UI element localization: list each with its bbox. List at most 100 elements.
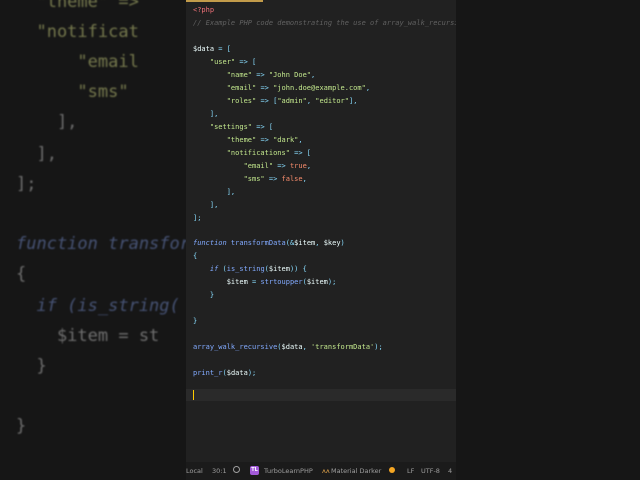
code-token: array_walk_recursive — [193, 343, 278, 351]
code-token: , — [302, 343, 312, 351]
code-token: function — [193, 239, 227, 247]
code-token: ); — [327, 278, 337, 286]
code-token: $data — [193, 45, 215, 53]
code-token: = — [247, 278, 261, 286]
background-code-line: } — [16, 416, 27, 436]
code-token: ], — [348, 97, 358, 105]
code-line: "user" => [ — [193, 57, 256, 67]
code-token: "john.doe@example.com" — [273, 84, 366, 92]
code-token: , — [306, 162, 312, 170]
code-token: = [ — [214, 45, 231, 53]
code-token: => — [252, 71, 269, 79]
code-token: , — [315, 239, 324, 247]
code-token: false — [281, 175, 303, 183]
code-line: $item = strtoupper($item); — [193, 277, 337, 287]
status-theme[interactable]: Material Darker — [331, 467, 381, 475]
code-line: ]; — [193, 213, 201, 223]
code-token: => [ — [289, 149, 312, 157]
code-token: ); — [247, 369, 257, 377]
background-code-line: } — [16, 356, 47, 376]
status-line-ending[interactable]: LF — [407, 467, 414, 475]
status-encoding[interactable]: UTF-8 — [421, 467, 440, 475]
code-token: <?php — [193, 6, 215, 14]
code-token: ( — [218, 265, 227, 273]
background-code-line: "notificat — [16, 22, 139, 42]
code-token: "editor" — [315, 97, 349, 105]
code-token: $item — [226, 278, 248, 286]
code-token: "settings" — [209, 123, 253, 131]
code-line: "notifications" => [ — [193, 148, 311, 158]
tab-indicator — [186, 0, 263, 2]
code-token: $key — [323, 239, 341, 247]
code-line: function transformData(&$item, $key) — [193, 238, 345, 248]
code-line: "sms" => false, — [193, 174, 307, 184]
code-token: } — [193, 291, 215, 299]
status-bar: Local 30:1 TL TurboLearnPHP ʌʌ Material … — [186, 462, 456, 480]
code-token: $item — [294, 239, 316, 247]
code-line: <?php — [193, 5, 214, 15]
code-token: "John Doe" — [268, 71, 312, 79]
code-token: "admin" — [277, 97, 307, 105]
background-code-line: ], — [16, 144, 57, 164]
code-line: ], — [193, 109, 218, 119]
code-token: $item — [268, 265, 290, 273]
code-token: ], — [193, 188, 236, 196]
code-token: (& — [285, 239, 295, 247]
settings-icon[interactable] — [233, 466, 240, 473]
code-line: print_r($data); — [193, 368, 256, 378]
code-line: // Example PHP code demonstrating the us… — [193, 18, 456, 28]
code-token: , — [298, 136, 303, 144]
code-line: "theme" => "dark", — [193, 135, 303, 145]
theme-icon: ʌʌ — [322, 467, 330, 475]
code-line: "email" => "john.doe@example.com", — [193, 83, 370, 93]
status-indent[interactable]: 4 — [448, 467, 452, 475]
code-token: , — [306, 97, 316, 105]
code-token: "theme" — [226, 136, 257, 144]
notification-dot-icon[interactable] — [389, 467, 395, 473]
code-token: => [ — [256, 97, 278, 105]
code-line: if (is_string($item)) { — [193, 264, 307, 274]
code-token: , — [365, 84, 371, 92]
code-line: "name" => "John Doe", — [193, 70, 316, 80]
code-line: array_walk_recursive($data, 'transformDa… — [193, 342, 383, 352]
code-line: $data = [ — [193, 44, 231, 54]
status-plugin[interactable]: TurboLearnPHP — [264, 467, 313, 475]
code-token: , — [302, 175, 307, 183]
code-token: ]; — [193, 214, 202, 222]
code-line: "settings" => [ — [193, 122, 273, 132]
code-token: => [ — [235, 58, 257, 66]
code-line: ], — [193, 200, 218, 210]
code-token: } — [193, 317, 198, 325]
code-token: $item — [306, 278, 328, 286]
code-token: "email" — [243, 162, 274, 170]
code-editor[interactable]: <?php // Example PHP code demonstrating t… — [186, 0, 456, 450]
code-line: ], — [193, 187, 235, 197]
code-token: => — [273, 162, 290, 170]
code-line: "email" => true, — [193, 161, 311, 171]
code-token: ) — [340, 239, 345, 247]
plugin-badge: TL — [250, 466, 259, 475]
code-token: true — [289, 162, 307, 170]
code-token: , — [311, 71, 316, 79]
background-code-line: function transform — [16, 234, 201, 254]
code-token: "sms" — [243, 175, 265, 183]
background-code-line: ]; — [16, 174, 37, 194]
status-position[interactable]: 30:1 — [212, 467, 227, 475]
code-token: // Example PHP code demonstrating the us… — [193, 19, 456, 27]
code-token: $data — [281, 343, 303, 351]
status-branch[interactable]: Local — [186, 467, 203, 475]
code-token: 'transformData' — [311, 343, 375, 351]
code-token: => — [264, 175, 282, 183]
code-token: $data — [226, 369, 248, 377]
code-token: )) { — [289, 265, 307, 273]
code-token: print_r — [193, 369, 223, 377]
code-token: => — [256, 84, 274, 92]
background-code-line: "email — [16, 52, 139, 72]
